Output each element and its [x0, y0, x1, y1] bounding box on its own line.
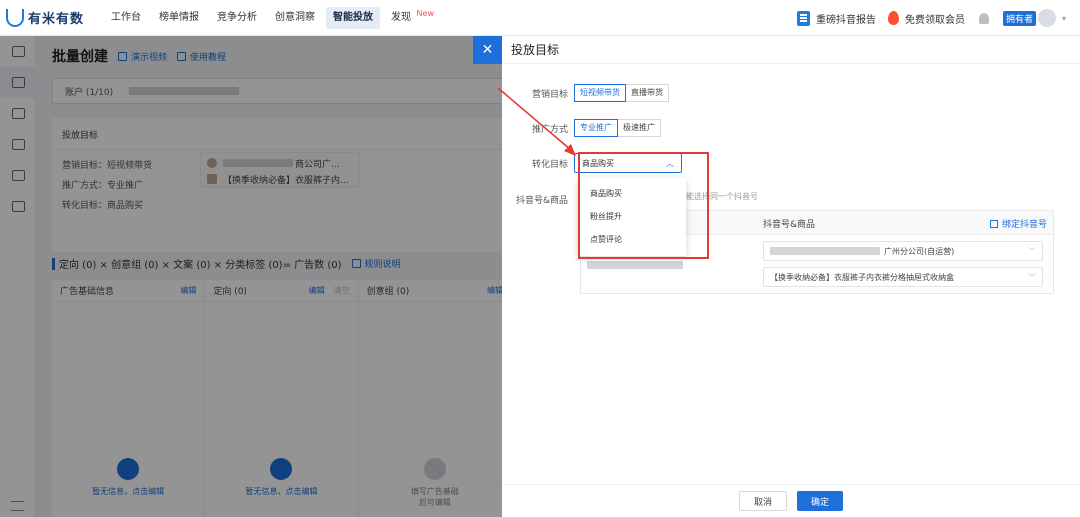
option-live[interactable]: 直播带货	[626, 84, 669, 102]
confirm-button[interactable]: 确定	[797, 491, 844, 511]
brand-name: 有米有数	[28, 12, 85, 27]
product-select-value: 【换季收纳必备】衣服裤子内衣裤分格抽屉式收纳盒	[770, 272, 954, 282]
drawer-close-button[interactable]: ✕	[473, 36, 502, 64]
owner-badge: 拥有者	[1002, 10, 1036, 26]
logo[interactable]: 有米有数	[6, 8, 94, 27]
chevron-down-icon: ﹀	[1028, 246, 1036, 256]
main-nav: 工作台 榜单情报 竞争分析 创意洞察 智能投放 发现 New	[104, 0, 434, 36]
nav-item-competition[interactable]: 竞争分析	[210, 7, 264, 29]
modal-overlay[interactable]	[0, 36, 502, 517]
nav-item-discover[interactable]: 发现 New	[384, 7, 434, 29]
external-link-icon	[989, 219, 998, 228]
drawer-footer: 取消 确定	[502, 484, 1080, 517]
promotion-options: 专业推广 极速推广	[574, 119, 661, 137]
top-nav: 有米有数 工作台 榜单情报 竞争分析 创意洞察 智能投放 发现 New 重磅抖音…	[0, 0, 1080, 36]
nav-item-creative[interactable]: 创意洞察	[268, 7, 322, 29]
nav-item-smart-ads[interactable]: 智能投放	[326, 6, 380, 29]
chevron-down-icon[interactable]: ▾	[1062, 14, 1066, 23]
chevron-down-icon: ﹀	[1028, 272, 1036, 282]
company-suffix: 广州分公司(自运营)	[884, 246, 955, 256]
bell-icon[interactable]	[978, 12, 989, 24]
fire-icon	[887, 11, 899, 25]
bind-account-label: 绑定抖音号	[1001, 220, 1047, 230]
option-pro[interactable]: 专业推广	[574, 119, 618, 137]
close-icon: ✕	[481, 42, 494, 58]
promotion-row: 推广方式 专业推广 极速推广	[502, 119, 661, 137]
marketing-goal-options: 短视频带货 直播带货	[574, 84, 669, 102]
nav-item-workbench[interactable]: 工作台	[104, 7, 148, 29]
new-badge: New	[416, 8, 434, 18]
promotion-label: 推广方式	[531, 124, 568, 135]
logo-icon	[6, 8, 24, 27]
report-book-icon	[796, 10, 810, 26]
conversion-label: 转化目标	[531, 159, 568, 170]
vip-label: 免费领取会员	[904, 14, 965, 26]
nav-discover-label: 发现	[391, 11, 411, 23]
drawer-title: 投放目标	[502, 36, 1080, 64]
cancel-button[interactable]: 取消	[738, 491, 787, 511]
report-label: 重磅抖音报告	[815, 14, 876, 26]
option-fast[interactable]: 极速推广	[618, 119, 661, 137]
marketing-goal-label: 营销目标	[531, 89, 568, 100]
marketing-goal-row: 营销目标 短视频带货 直播带货	[502, 84, 669, 102]
account-row: 抖音号&商品	[502, 193, 574, 206]
nav-item-rankings[interactable]: 榜单情报	[152, 7, 206, 29]
company-select[interactable]: 广州分公司(自运营) ﹀	[763, 241, 1043, 261]
bind-account-link[interactable]: 绑定抖音号	[989, 217, 1047, 230]
top-right-tools: 重磅抖音报告 免费领取会员 拥有者 ▾	[785, 0, 1066, 36]
table-header-label: 抖音号&商品	[763, 220, 816, 230]
vip-link[interactable]: 免费领取会员	[887, 11, 965, 26]
account-label: 抖音号&商品	[515, 196, 568, 206]
blurred-account-name	[587, 261, 683, 269]
product-select[interactable]: 【换季收纳必备】衣服裤子内衣裤分格抽屉式收纳盒 ﹀	[763, 267, 1043, 287]
option-short-video[interactable]: 短视频带货	[574, 84, 626, 102]
report-link[interactable]: 重磅抖音报告	[796, 10, 876, 26]
highlight-frame	[578, 152, 709, 259]
avatar[interactable]	[1037, 9, 1056, 27]
blurred-company	[770, 247, 880, 255]
